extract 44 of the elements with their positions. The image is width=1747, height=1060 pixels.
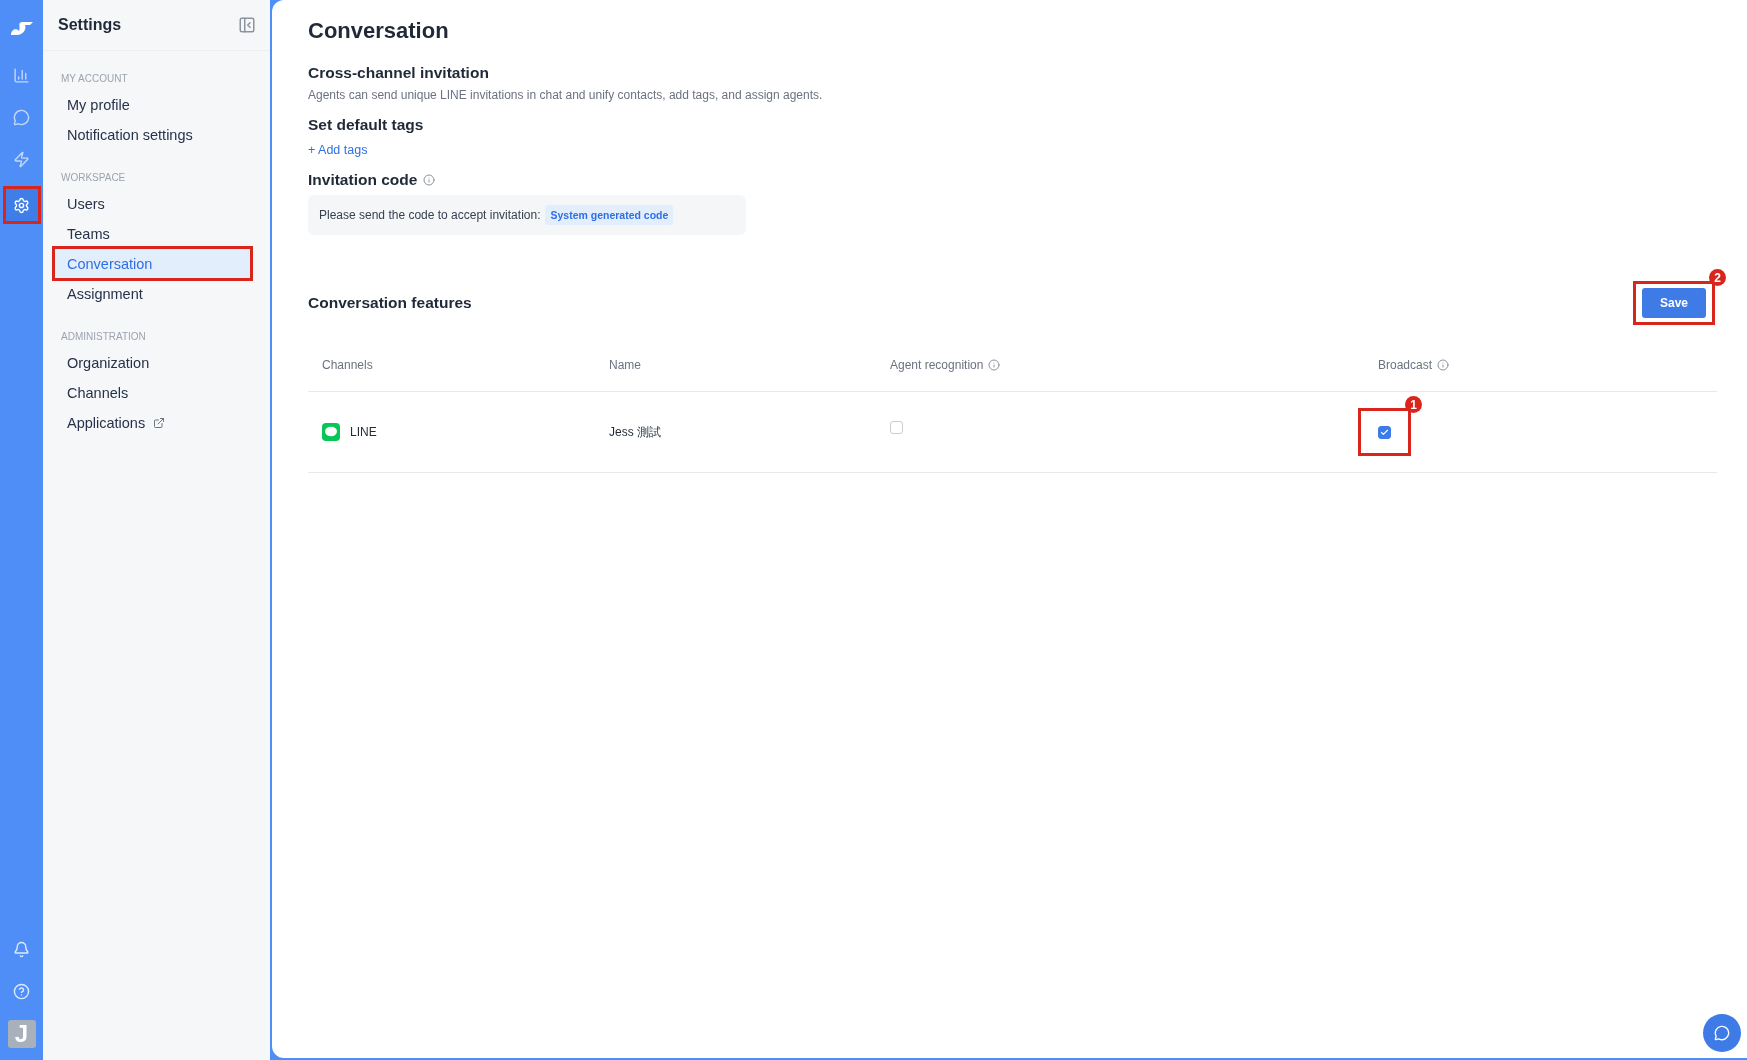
column-header: Channels	[322, 358, 373, 372]
sidebar-item[interactable]: Applications	[55, 408, 250, 437]
column-header: Agent recognition	[890, 358, 984, 372]
code-tag: System generated code	[545, 205, 674, 225]
page-title: Conversation	[308, 18, 450, 44]
logo	[8, 20, 35, 36]
add-tags-link[interactable]: + Add tags	[308, 143, 368, 157]
save-button[interactable]: Save	[1641, 288, 1706, 318]
sidebar-item[interactable]: Assignment	[55, 279, 250, 308]
table-cell: Jess 測試	[609, 423, 661, 441]
sidebar-item[interactable]: Conversation	[55, 249, 250, 278]
section-title: Set default tags	[308, 116, 424, 134]
section-title: Invitation code	[308, 171, 418, 189]
check-icon	[1380, 427, 1389, 437]
sidebar-item[interactable]: My profile	[55, 90, 250, 119]
section-label: MY ACCOUNT	[61, 73, 129, 84]
annotation-badge: 2	[1709, 269, 1726, 286]
info-icon[interactable]	[1437, 359, 1450, 371]
section-label: WORKSPACE	[61, 172, 127, 183]
chat-bubble-icon	[322, 423, 340, 441]
sidebar-title: Settings	[58, 16, 122, 34]
info-icon[interactable]	[423, 174, 436, 186]
checkbox[interactable]	[1378, 425, 1391, 439]
section-title: Cross-channel invitation	[308, 64, 489, 82]
sidebar-item[interactable]: Users	[55, 189, 250, 218]
annotation-badge: 1	[1405, 396, 1422, 413]
chat-icon	[1714, 1025, 1730, 1041]
chat-button[interactable]	[1703, 1014, 1741, 1052]
column-header: Name	[609, 358, 641, 372]
column-header: Broadcast	[1378, 358, 1433, 372]
code-text: Please send the code to accept invitation:	[319, 208, 541, 222]
section-title: Conversation features	[308, 294, 472, 312]
description: Agents can send unique LINE invitations in chat and unify contacts, add tags, and assign agents.	[308, 88, 824, 102]
sidebar-item[interactable]: Channels	[55, 378, 250, 407]
checkbox[interactable]	[890, 420, 903, 434]
sidebar-item[interactable]: Notification settings	[55, 120, 250, 149]
external-link-icon	[153, 416, 166, 429]
sidebar-item[interactable]: Teams	[55, 219, 250, 248]
settings-icon[interactable]	[2, 186, 41, 224]
collapse-panel-icon[interactable]	[238, 16, 256, 34]
sidebar-item[interactable]: Organization	[55, 348, 250, 377]
table-cell: LINE	[350, 425, 377, 439]
info-icon[interactable]	[988, 359, 1001, 371]
section-label: ADMINISTRATION	[61, 331, 147, 342]
